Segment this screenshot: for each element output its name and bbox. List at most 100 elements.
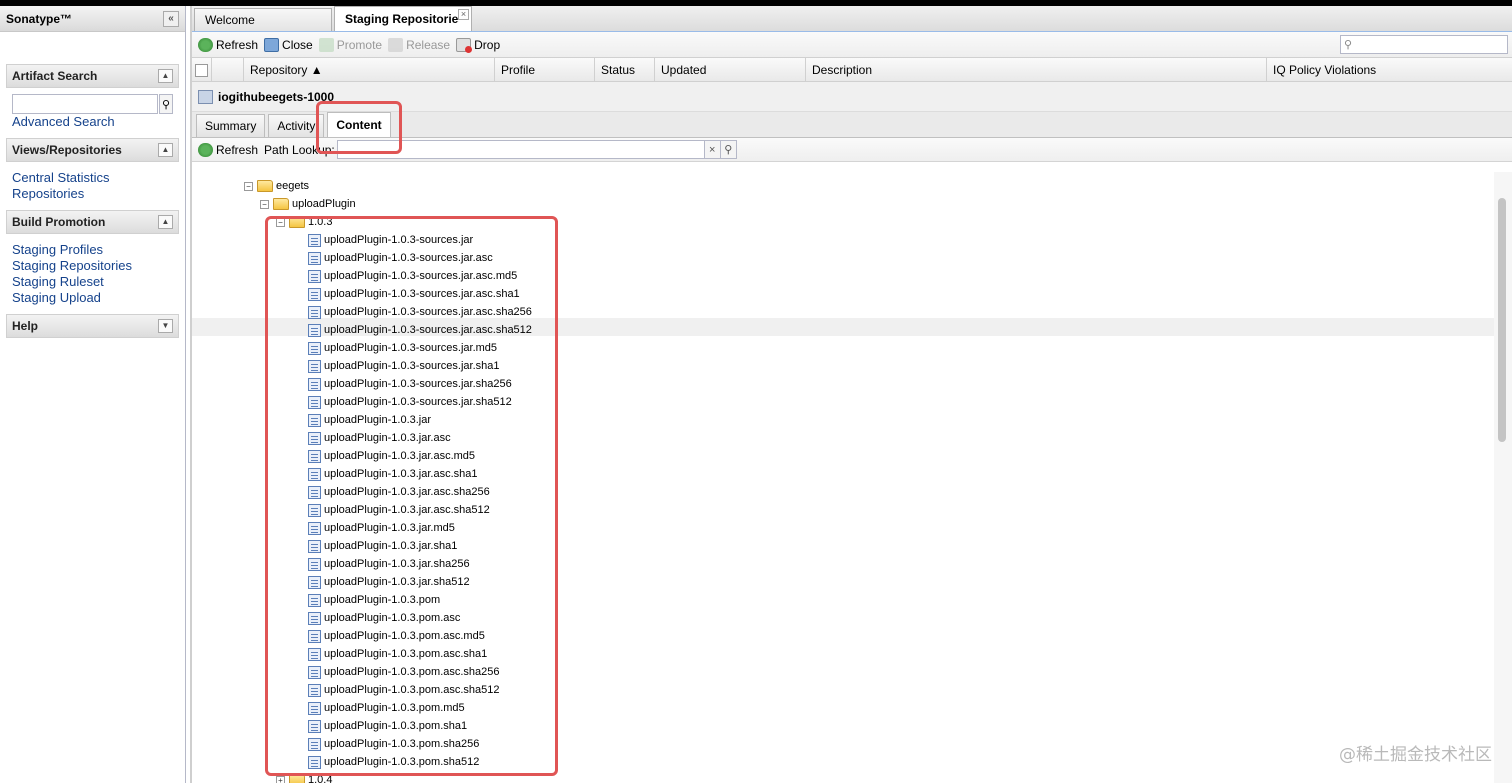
collapse-node-icon[interactable]: − — [244, 181, 253, 191]
views-header[interactable]: Views/Repositories ▲ — [6, 138, 179, 162]
search-icon[interactable]: ⚲ — [159, 94, 173, 114]
file-icon — [308, 575, 321, 589]
tree-file-item[interactable]: uploadPlugin-1.0.3-sources.jar — [308, 231, 473, 249]
tree-file-item[interactable]: uploadPlugin-1.0.3.jar.sha256 — [308, 555, 470, 573]
tree-file-item[interactable]: uploadPlugin-1.0.3.jar.asc — [308, 429, 451, 447]
tree-file-item[interactable]: uploadPlugin-1.0.3-sources.jar.asc.sha1 — [308, 285, 520, 303]
tree-file-item[interactable]: uploadPlugin-1.0.3-sources.jar.sha1 — [308, 357, 500, 375]
artifact-search-header[interactable]: Artifact Search ▲ — [6, 64, 179, 88]
tree-file-item[interactable]: uploadPlugin-1.0.3.jar.asc.sha512 — [308, 501, 490, 519]
sidebar-item-staging-ruleset[interactable]: Staging Ruleset — [12, 274, 173, 290]
file-label: uploadPlugin-1.0.3.jar.sha256 — [324, 558, 470, 570]
collapse-node-icon[interactable]: − — [276, 217, 285, 227]
collapse-up-icon[interactable]: ▲ — [158, 69, 173, 83]
tree-file-item[interactable]: uploadPlugin-1.0.3.pom.sha1 — [308, 717, 467, 735]
tab-staging-repositories[interactable]: Staging Repositories × — [334, 6, 472, 31]
close-button[interactable]: Close — [264, 37, 313, 52]
build-promotion-title: Build Promotion — [12, 215, 106, 229]
file-label: uploadPlugin-1.0.3.pom.sha256 — [324, 738, 480, 750]
tree-file-item[interactable]: uploadPlugin-1.0.3-sources.jar.md5 — [308, 339, 497, 357]
tree-file-item[interactable]: uploadPlugin-1.0.3-sources.jar.asc — [308, 249, 493, 267]
expand-down-icon[interactable]: ▼ — [158, 319, 173, 333]
file-label: uploadPlugin-1.0.3-sources.jar.asc.md5 — [324, 270, 518, 282]
file-label: uploadPlugin-1.0.3-sources.jar.md5 — [324, 342, 498, 354]
subtab-summary[interactable]: Summary — [196, 114, 266, 137]
tree-file-item[interactable]: uploadPlugin-1.0.3.jar — [308, 411, 431, 429]
tree-file-item[interactable]: uploadPlugin-1.0.3-sources.jar.sha512 — [308, 393, 512, 411]
clear-icon[interactable]: × — [704, 140, 721, 159]
advanced-search-link[interactable]: Advanced Search — [12, 114, 173, 130]
tree-file-item[interactable]: uploadPlugin-1.0.3.pom.md5 — [308, 699, 465, 717]
repo-subtabs: Summary Activity Content — [192, 112, 1512, 138]
tree-folder-eegets[interactable]: − eegets — [244, 177, 309, 195]
content-refresh-label: Refresh — [216, 142, 259, 157]
tree-file-item[interactable]: uploadPlugin-1.0.3-sources.jar.asc.sha51… — [308, 321, 532, 339]
vertical-scrollbar[interactable] — [1494, 172, 1512, 783]
sidebar-item-staging-profiles[interactable]: Staging Profiles — [12, 242, 173, 258]
col-profile[interactable]: Profile — [495, 58, 595, 82]
subtab-content[interactable]: Content — [327, 112, 391, 137]
col-status[interactable]: Status — [595, 58, 655, 82]
tree-file-item[interactable]: uploadPlugin-1.0.3.pom.sha256 — [308, 735, 479, 753]
staging-toolbar: Refresh Close Promote Release Drop ⚲ — [192, 32, 1512, 58]
file-icon — [308, 341, 321, 355]
collapse-up-icon[interactable]: ▲ — [158, 215, 173, 229]
file-label: uploadPlugin-1.0.3-sources.jar.sha1 — [324, 360, 500, 372]
file-label: uploadPlugin-1.0.3.pom.asc.md5 — [324, 630, 485, 642]
tree-folder-1-0-4[interactable]: + 1.0.4 — [276, 771, 332, 783]
file-icon — [308, 665, 321, 679]
subtab-activity[interactable]: Activity — [268, 114, 325, 137]
tree-file-item[interactable]: uploadPlugin-1.0.3.pom.asc — [308, 609, 460, 627]
search-icon[interactable]: ⚲ — [720, 140, 737, 159]
tab-welcome[interactable]: Welcome — [194, 8, 332, 31]
sidebar-item-central-statistics[interactable]: Central Statistics — [12, 170, 173, 186]
help-header[interactable]: Help ▼ — [6, 314, 179, 338]
tree-folder-uploadplugin[interactable]: − uploadPlugin — [260, 195, 356, 213]
col-repository[interactable]: Repository ▲ — [244, 58, 495, 82]
promote-button[interactable]: Promote — [318, 37, 383, 52]
promote-label: Promote — [336, 37, 383, 52]
scrollbar-thumb[interactable] — [1498, 198, 1506, 442]
tree-file-item[interactable]: uploadPlugin-1.0.3.jar.sha512 — [308, 573, 470, 591]
drop-button[interactable]: Drop — [456, 37, 500, 53]
file-icon — [308, 629, 321, 643]
grid-search-field[interactable]: ⚲ — [1340, 35, 1508, 54]
tree-file-item[interactable]: uploadPlugin-1.0.3-sources.jar.asc.sha25… — [308, 303, 532, 321]
file-icon — [308, 395, 321, 409]
collapse-up-icon[interactable]: ▲ — [158, 143, 173, 157]
sidebar-item-repositories[interactable]: Repositories — [12, 186, 173, 202]
refresh-button[interactable]: Refresh — [198, 37, 258, 52]
select-all-checkbox[interactable] — [192, 58, 212, 82]
sidebar-item-staging-repositories[interactable]: Staging Repositories — [12, 258, 173, 274]
tree-file-item[interactable]: uploadPlugin-1.0.3.jar.md5 — [308, 519, 455, 537]
tree-file-item[interactable]: uploadPlugin-1.0.3.pom.asc.sha1 — [308, 645, 487, 663]
tree-file-item[interactable]: uploadPlugin-1.0.3.pom.asc.sha256 — [308, 663, 500, 681]
sidebar-item-staging-upload[interactable]: Staging Upload — [12, 290, 173, 306]
tree-file-item[interactable]: uploadPlugin-1.0.3.jar.asc.sha1 — [308, 465, 478, 483]
tree-file-item[interactable]: uploadPlugin-1.0.3-sources.jar.sha256 — [308, 375, 512, 393]
tree-file-item[interactable]: uploadPlugin-1.0.3.jar.asc.sha256 — [308, 483, 490, 501]
col-description[interactable]: Description — [806, 58, 1267, 82]
tree-folder-1-0-3[interactable]: − 1.0.3 — [276, 213, 332, 231]
file-icon — [308, 701, 321, 715]
path-lookup-input[interactable] — [336, 140, 705, 159]
build-promotion-header[interactable]: Build Promotion ▲ — [6, 210, 179, 234]
tree-file-item[interactable]: uploadPlugin-1.0.3.pom.asc.md5 — [308, 627, 485, 645]
tree-file-item[interactable]: uploadPlugin-1.0.3.jar.sha1 — [308, 537, 457, 555]
col-iq-policy[interactable]: IQ Policy Violations — [1267, 58, 1512, 82]
content-refresh-button[interactable]: Refresh — [198, 142, 259, 157]
collapse-node-icon[interactable]: − — [260, 199, 269, 209]
artifact-search-input[interactable] — [12, 94, 158, 114]
tree-file-item[interactable]: uploadPlugin-1.0.3.jar.asc.md5 — [308, 447, 475, 465]
tree-file-item[interactable]: uploadPlugin-1.0.3.pom — [308, 591, 440, 609]
collapse-sidebar-icon[interactable]: « — [163, 11, 179, 27]
expand-node-icon[interactable]: + — [276, 775, 285, 783]
close-tab-icon[interactable]: × — [458, 9, 469, 20]
col-updated[interactable]: Updated — [655, 58, 806, 82]
tree-file-item[interactable]: uploadPlugin-1.0.3.pom.sha512 — [308, 753, 479, 771]
tree-file-item[interactable]: uploadPlugin-1.0.3-sources.jar.asc.md5 — [308, 267, 517, 285]
grid-col-spacer — [212, 58, 244, 82]
tree-file-item[interactable]: uploadPlugin-1.0.3.pom.asc.sha512 — [308, 681, 500, 699]
release-button[interactable]: Release — [388, 37, 450, 52]
